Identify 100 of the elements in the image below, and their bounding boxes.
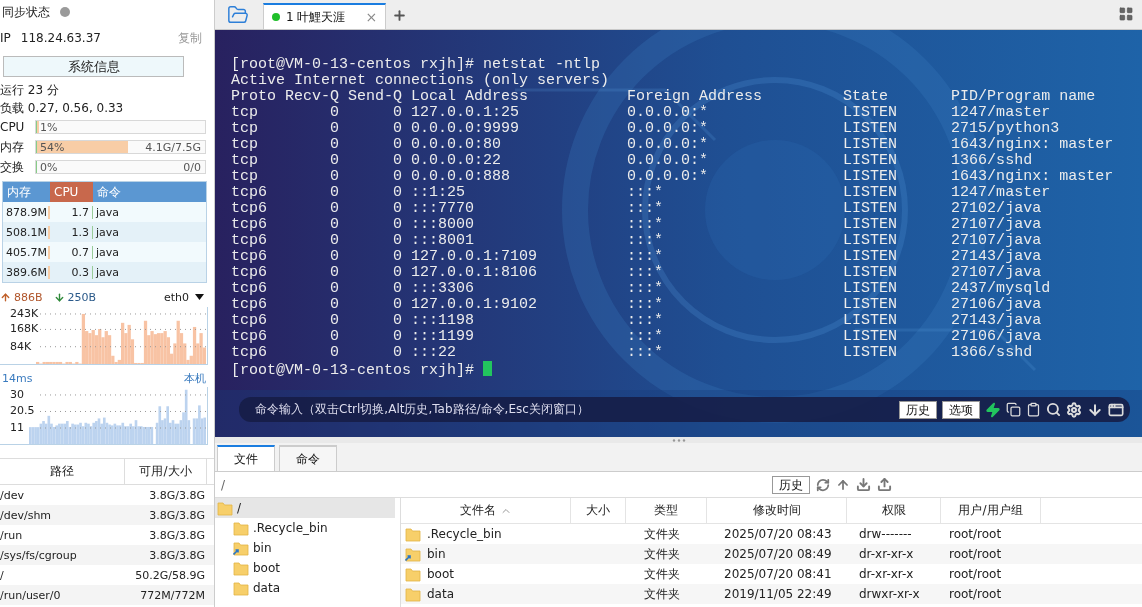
column-header[interactable]: 文件名: [401, 498, 571, 523]
command-input[interactable]: 命令输入（双击Ctrl切换,Alt历史,Tab路径/命令,Esc关闭窗口） 历史 选项: [239, 397, 1130, 422]
tree-item[interactable]: /: [215, 498, 395, 518]
settings-icon[interactable]: [1066, 401, 1082, 418]
grid-icon[interactable]: [1118, 6, 1134, 22]
window-icon[interactable]: [1108, 401, 1124, 418]
up-arrow-icon[interactable]: [836, 477, 850, 492]
table-cell: 0.3: [50, 265, 93, 279]
download-icon[interactable]: [856, 477, 871, 492]
table-cell: 2025/07/20 08:43: [724, 527, 832, 541]
terminal-line: tcp6 0 0 127.0.0.1:9102 :::* LISTEN 27106/java: [231, 297, 1043, 313]
table-cell-text: 3.8G/3.8G: [148, 508, 206, 522]
terminal-line: tcp 0 0 0.0.0.0:80 0.0.0.0:* LISTEN 1643/nginx: master: [231, 137, 1115, 153]
table-cell-text: 50.2G/58.9G: [134, 568, 206, 582]
terminal-line: tcp6 0 0 :::1199 :::* LISTEN 27106/java: [231, 329, 1043, 345]
file-name[interactable]: bin: [427, 547, 446, 561]
close-icon[interactable]: ×: [365, 9, 378, 25]
ip-address: 118.24.63.37: [20, 31, 101, 45]
table-cell-text: 772M/772M: [139, 588, 206, 602]
axis-label: 30: [10, 388, 24, 401]
table-cell: 文件夹: [644, 585, 680, 603]
column-header[interactable]: 类型: [626, 498, 707, 523]
table-cell-text: /run: [0, 528, 24, 542]
ip-label: IP: [0, 31, 11, 45]
copy-icon[interactable]: [1006, 402, 1021, 417]
terminal-line: tcp6 0 0 127.0.0.1:7109 :::* LISTEN 27143/java: [231, 249, 1043, 265]
latency-text: 14ms: [2, 371, 33, 385]
tree-item[interactable]: data: [215, 578, 395, 598]
download-arrow-icon: [53, 291, 65, 303]
table-cell: dr-xr-xr-x: [859, 567, 914, 581]
panel-tab[interactable]: 命令: [279, 445, 337, 471]
axis-label: 243K: [10, 307, 39, 320]
grip-icon[interactable]: [671, 438, 686, 442]
terminal-line: tcp6 0 0 :::3306 :::* LISTEN 2437/mysqld: [231, 281, 1052, 297]
table-cell-text: 3.8G/3.8G: [148, 528, 206, 542]
table-cell-text: /dev: [0, 488, 25, 502]
file-name[interactable]: boot: [427, 567, 454, 581]
history-button[interactable]: 历史: [772, 475, 810, 494]
lightning-icon[interactable]: [985, 401, 1001, 418]
terminal-line: tcp6 0 0 :::7770 :::* LISTEN 27102/java: [231, 201, 1043, 217]
system-info-button[interactable]: 系统信息: [3, 56, 184, 77]
table-cell: root/root: [949, 527, 1002, 541]
terminal-line: Active Internet connections (only servers): [231, 73, 611, 89]
table-cell: 1.3: [50, 225, 93, 239]
cursor: [483, 361, 493, 376]
terminal-line: tcp6 0 0 ::1:25 :::* LISTEN 1247/master: [231, 185, 1052, 201]
search-icon[interactable]: [1046, 402, 1061, 417]
tree-item[interactable]: boot: [215, 558, 395, 578]
table-cell-text: java: [95, 265, 121, 279]
ping-target[interactable]: 本机: [184, 370, 206, 386]
column-header[interactable]: 修改时间: [707, 498, 847, 523]
terminal-line: tcp 0 0 127.0.0.1:25 0.0.0.0:* LISTEN 1247/master: [231, 105, 1052, 121]
table-cell: 389.6M: [3, 265, 50, 279]
session-tab[interactable]: 1 叶鯉天涯 ×: [263, 3, 387, 29]
table-cell: 文件夹: [644, 545, 680, 563]
interface-dropdown[interactable]: eth0: [163, 290, 204, 304]
meter-label: 内存: [0, 138, 25, 156]
tree-item[interactable]: .Recycle_bin: [215, 518, 395, 538]
table-cell-text: java: [95, 245, 121, 259]
terminal-line: tcp 0 0 0.0.0.0:22 0.0.0.0:* LISTEN 1366/sshd: [231, 153, 1034, 169]
panel-tab[interactable]: 文件: [217, 445, 275, 471]
down-arrow-icon[interactable]: [1087, 401, 1103, 418]
meter-detail: 4.1G/7.5G: [145, 140, 201, 154]
column-header[interactable]: 用户/用户组: [941, 498, 1041, 523]
tree-item[interactable]: bin: [215, 538, 395, 558]
axis-label: 11: [10, 422, 24, 434]
table-cell: 508.1M: [3, 225, 50, 239]
terminal-line: Proto Recv-Q Send-Q Local Address Foreign Address State PID/Program name: [231, 89, 1097, 105]
toolbar-button[interactable]: 历史: [899, 400, 937, 419]
upload-arrow-icon: [0, 291, 11, 303]
terminal-line: tcp 0 0 0.0.0.0:9999 0.0.0.0:* LISTEN 2715/python3: [231, 121, 1061, 137]
tab-label: 1 叶鯉天涯: [286, 8, 346, 26]
folder-icon[interactable]: [227, 4, 249, 26]
paste-icon[interactable]: [1026, 402, 1041, 417]
upload-icon[interactable]: [877, 477, 892, 492]
meter-detail: 0/0: [183, 160, 201, 174]
refresh-icon[interactable]: [816, 477, 830, 492]
column-header[interactable]: CPU: [50, 182, 93, 202]
terminal-line: [root@VM-0-13-centos rxjh]# netstat -ntlp: [231, 57, 602, 73]
column-header[interactable]: 大小: [571, 498, 626, 523]
path-field[interactable]: /: [221, 477, 766, 492]
upload-speed: 886B: [14, 290, 43, 304]
toolbar-button[interactable]: 选项: [942, 400, 980, 419]
table-cell-text: /dev/shm: [0, 508, 53, 522]
table-cell-text: /run/user/0: [0, 588, 62, 602]
uptime-text: 运行 23 分: [0, 81, 59, 99]
column-header[interactable]: 权限: [847, 498, 941, 523]
table-cell: root/root: [949, 547, 1002, 561]
table-cell: 1.7: [50, 205, 93, 219]
terminal-line: tcp 0 0 0.0.0.0:888 0.0.0.0:* LISTEN 1643/nginx: master: [231, 169, 1115, 185]
caret-icon: [195, 294, 204, 300]
file-name[interactable]: .Recycle_bin: [427, 527, 502, 541]
table-cell-text: java: [95, 205, 121, 219]
meter-label: 交换: [0, 158, 25, 176]
column-header[interactable]: 可用/大小: [125, 459, 207, 484]
file-name[interactable]: data: [427, 587, 455, 601]
table-cell: 文件夹: [644, 525, 680, 543]
column-header[interactable]: 路径: [0, 459, 125, 484]
plus-icon[interactable]: [392, 8, 408, 23]
table-cell-text: 3.8G/3.8G: [148, 548, 206, 562]
